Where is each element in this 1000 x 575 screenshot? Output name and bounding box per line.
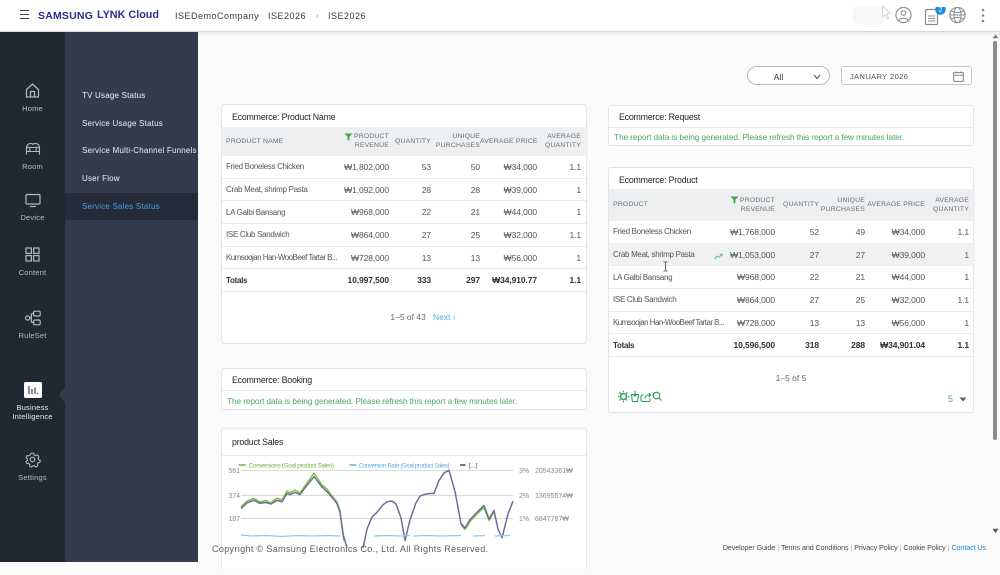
svg-text:13695574₩: 13695574₩ bbox=[535, 493, 573, 500]
svg-text:2%: 2% bbox=[519, 493, 529, 500]
svg-text:Conversions (Goal product Sale: Conversions (Goal product Sales) bbox=[249, 462, 334, 469]
svg-text:6847787₩: 6847787₩ bbox=[535, 516, 569, 523]
svg-text:374: 374 bbox=[228, 493, 240, 500]
svg-text:Conversion Rate (Goal product: Conversion Rate (Goal product Sales) bbox=[359, 463, 450, 469]
svg-text:2: 2 bbox=[939, 7, 943, 14]
svg-text:20543361₩: 20543361₩ bbox=[535, 468, 573, 475]
svg-text:1%: 1% bbox=[519, 516, 529, 523]
svg-text:[...]: [...] bbox=[469, 462, 478, 469]
svg-text:561: 561 bbox=[228, 468, 240, 475]
svg-text:3%: 3% bbox=[519, 468, 529, 475]
svg-text:187: 187 bbox=[228, 516, 240, 523]
